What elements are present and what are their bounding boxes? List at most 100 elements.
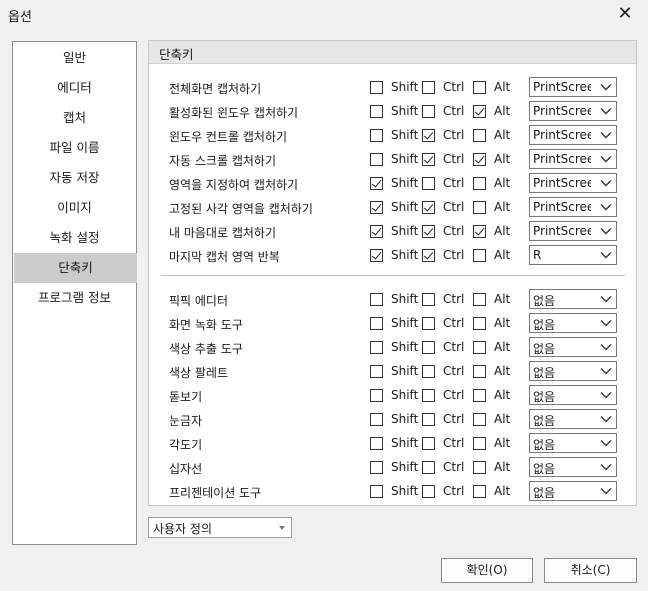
sidebar-item[interactable]: 캡처	[13, 103, 136, 133]
ctrl-checkbox[interactable]	[422, 437, 435, 450]
ctrl-checkbox[interactable]	[422, 293, 435, 306]
sidebar-item[interactable]: 파일 이름	[13, 133, 136, 163]
sidebar-item[interactable]: 이미지	[13, 193, 136, 223]
ctrl-checkbox[interactable]	[422, 413, 435, 426]
chevron-down-icon	[600, 180, 612, 187]
shift-checkbox[interactable]	[370, 341, 383, 354]
shift-checkbox[interactable]	[370, 437, 383, 450]
alt-checkbox[interactable]	[473, 177, 486, 190]
alt-label: Alt	[494, 460, 511, 474]
key-select[interactable]: 없음	[529, 409, 617, 429]
key-select[interactable]: 없음	[529, 457, 617, 477]
alt-checkbox[interactable]	[473, 341, 486, 354]
ctrl-checkbox[interactable]	[422, 389, 435, 402]
ctrl-checkbox[interactable]	[422, 365, 435, 378]
alt-checkbox[interactable]	[473, 201, 486, 214]
shift-checkbox[interactable]	[370, 365, 383, 378]
key-select[interactable]: 없음	[529, 289, 617, 309]
key-select[interactable]: R	[529, 245, 617, 265]
cancel-button[interactable]: 취소(C)	[544, 558, 637, 583]
shift-checkbox[interactable]	[370, 201, 383, 214]
sidebar-item[interactable]: 프로그램 정보	[13, 283, 136, 313]
shift-checkbox[interactable]	[370, 461, 383, 474]
alt-checkbox[interactable]	[473, 389, 486, 402]
chevron-down-icon	[600, 392, 612, 399]
key-select[interactable]: PrintScreen	[529, 101, 617, 121]
ctrl-label: Ctrl	[443, 292, 465, 306]
key-select[interactable]: 없음	[529, 481, 617, 501]
shift-checkbox[interactable]	[370, 177, 383, 190]
shift-checkbox[interactable]	[370, 293, 383, 306]
ctrl-checkbox[interactable]	[422, 153, 435, 166]
ctrl-checkbox[interactable]	[422, 461, 435, 474]
alt-checkbox[interactable]	[473, 413, 486, 426]
shift-checkbox[interactable]	[370, 413, 383, 426]
shift-checkbox[interactable]	[370, 153, 383, 166]
alt-checkbox[interactable]	[473, 153, 486, 166]
ctrl-checkbox[interactable]	[422, 129, 435, 142]
key-select-value: 없음	[533, 366, 556, 380]
alt-checkbox[interactable]	[473, 225, 486, 238]
shift-checkbox[interactable]	[370, 389, 383, 402]
close-icon[interactable]: ✕	[616, 5, 634, 23]
ctrl-checkbox[interactable]	[422, 485, 435, 498]
alt-checkbox[interactable]	[473, 461, 486, 474]
ctrl-checkbox[interactable]	[422, 105, 435, 118]
shift-checkbox[interactable]	[370, 317, 383, 330]
ctrl-checkbox[interactable]	[422, 81, 435, 94]
shift-label: Shift	[391, 152, 419, 166]
shift-checkbox[interactable]	[370, 129, 383, 142]
sidebar-item[interactable]: 자동 저장	[13, 163, 136, 193]
alt-checkbox[interactable]	[473, 129, 486, 142]
alt-checkbox[interactable]	[473, 365, 486, 378]
ctrl-checkbox[interactable]	[422, 341, 435, 354]
ctrl-checkbox[interactable]	[422, 249, 435, 262]
alt-checkbox[interactable]	[473, 317, 486, 330]
shift-label: Shift	[391, 364, 419, 378]
key-select[interactable]: PrintScreen	[529, 197, 617, 217]
key-select[interactable]: PrintScreen	[529, 173, 617, 193]
key-select[interactable]: 없음	[529, 313, 617, 333]
key-select[interactable]: 없음	[529, 433, 617, 453]
ctrl-label: Ctrl	[443, 316, 465, 330]
key-select-value: 없음	[533, 342, 556, 356]
ctrl-checkbox[interactable]	[422, 177, 435, 190]
sidebar-item[interactable]: 일반	[13, 43, 136, 73]
sidebar-item[interactable]: 단축키	[14, 253, 137, 283]
alt-checkbox[interactable]	[473, 293, 486, 306]
ctrl-label: Ctrl	[443, 484, 465, 498]
shortcut-label: 색상 추출 도구	[169, 342, 243, 356]
alt-label: Alt	[494, 316, 511, 330]
alt-checkbox[interactable]	[473, 105, 486, 118]
alt-checkbox[interactable]	[473, 81, 486, 94]
key-select[interactable]: 없음	[529, 361, 617, 381]
sidebar-item[interactable]: 에디터	[13, 73, 136, 103]
alt-checkbox[interactable]	[473, 437, 486, 450]
chevron-down-icon	[600, 132, 612, 139]
key-select[interactable]: PrintScreen	[529, 149, 617, 169]
ctrl-checkbox[interactable]	[422, 317, 435, 330]
key-select[interactable]: PrintScreen	[529, 221, 617, 241]
key-select[interactable]: PrintScreen	[529, 125, 617, 145]
shift-checkbox[interactable]	[370, 225, 383, 238]
shift-checkbox[interactable]	[370, 81, 383, 94]
alt-checkbox[interactable]	[473, 485, 486, 498]
ctrl-checkbox[interactable]	[422, 225, 435, 238]
profile-select[interactable]: 사용자 정의	[148, 517, 292, 538]
key-select-value: PrintScreen	[533, 152, 591, 166]
key-select-value: 없음	[533, 390, 556, 404]
alt-checkbox[interactable]	[473, 249, 486, 262]
chevron-down-icon	[600, 320, 612, 327]
key-select[interactable]: 없음	[529, 385, 617, 405]
ctrl-checkbox[interactable]	[422, 201, 435, 214]
shift-checkbox[interactable]	[370, 485, 383, 498]
key-select-value: PrintScreen	[533, 80, 591, 94]
key-select[interactable]: PrintScreen	[529, 77, 617, 97]
alt-label: Alt	[494, 340, 511, 354]
alt-label: Alt	[494, 152, 511, 166]
shift-checkbox[interactable]	[370, 249, 383, 262]
ok-button[interactable]: 확인(O)	[441, 558, 533, 583]
key-select[interactable]: 없음	[529, 337, 617, 357]
sidebar-item[interactable]: 녹화 설정	[13, 223, 136, 253]
shift-checkbox[interactable]	[370, 105, 383, 118]
